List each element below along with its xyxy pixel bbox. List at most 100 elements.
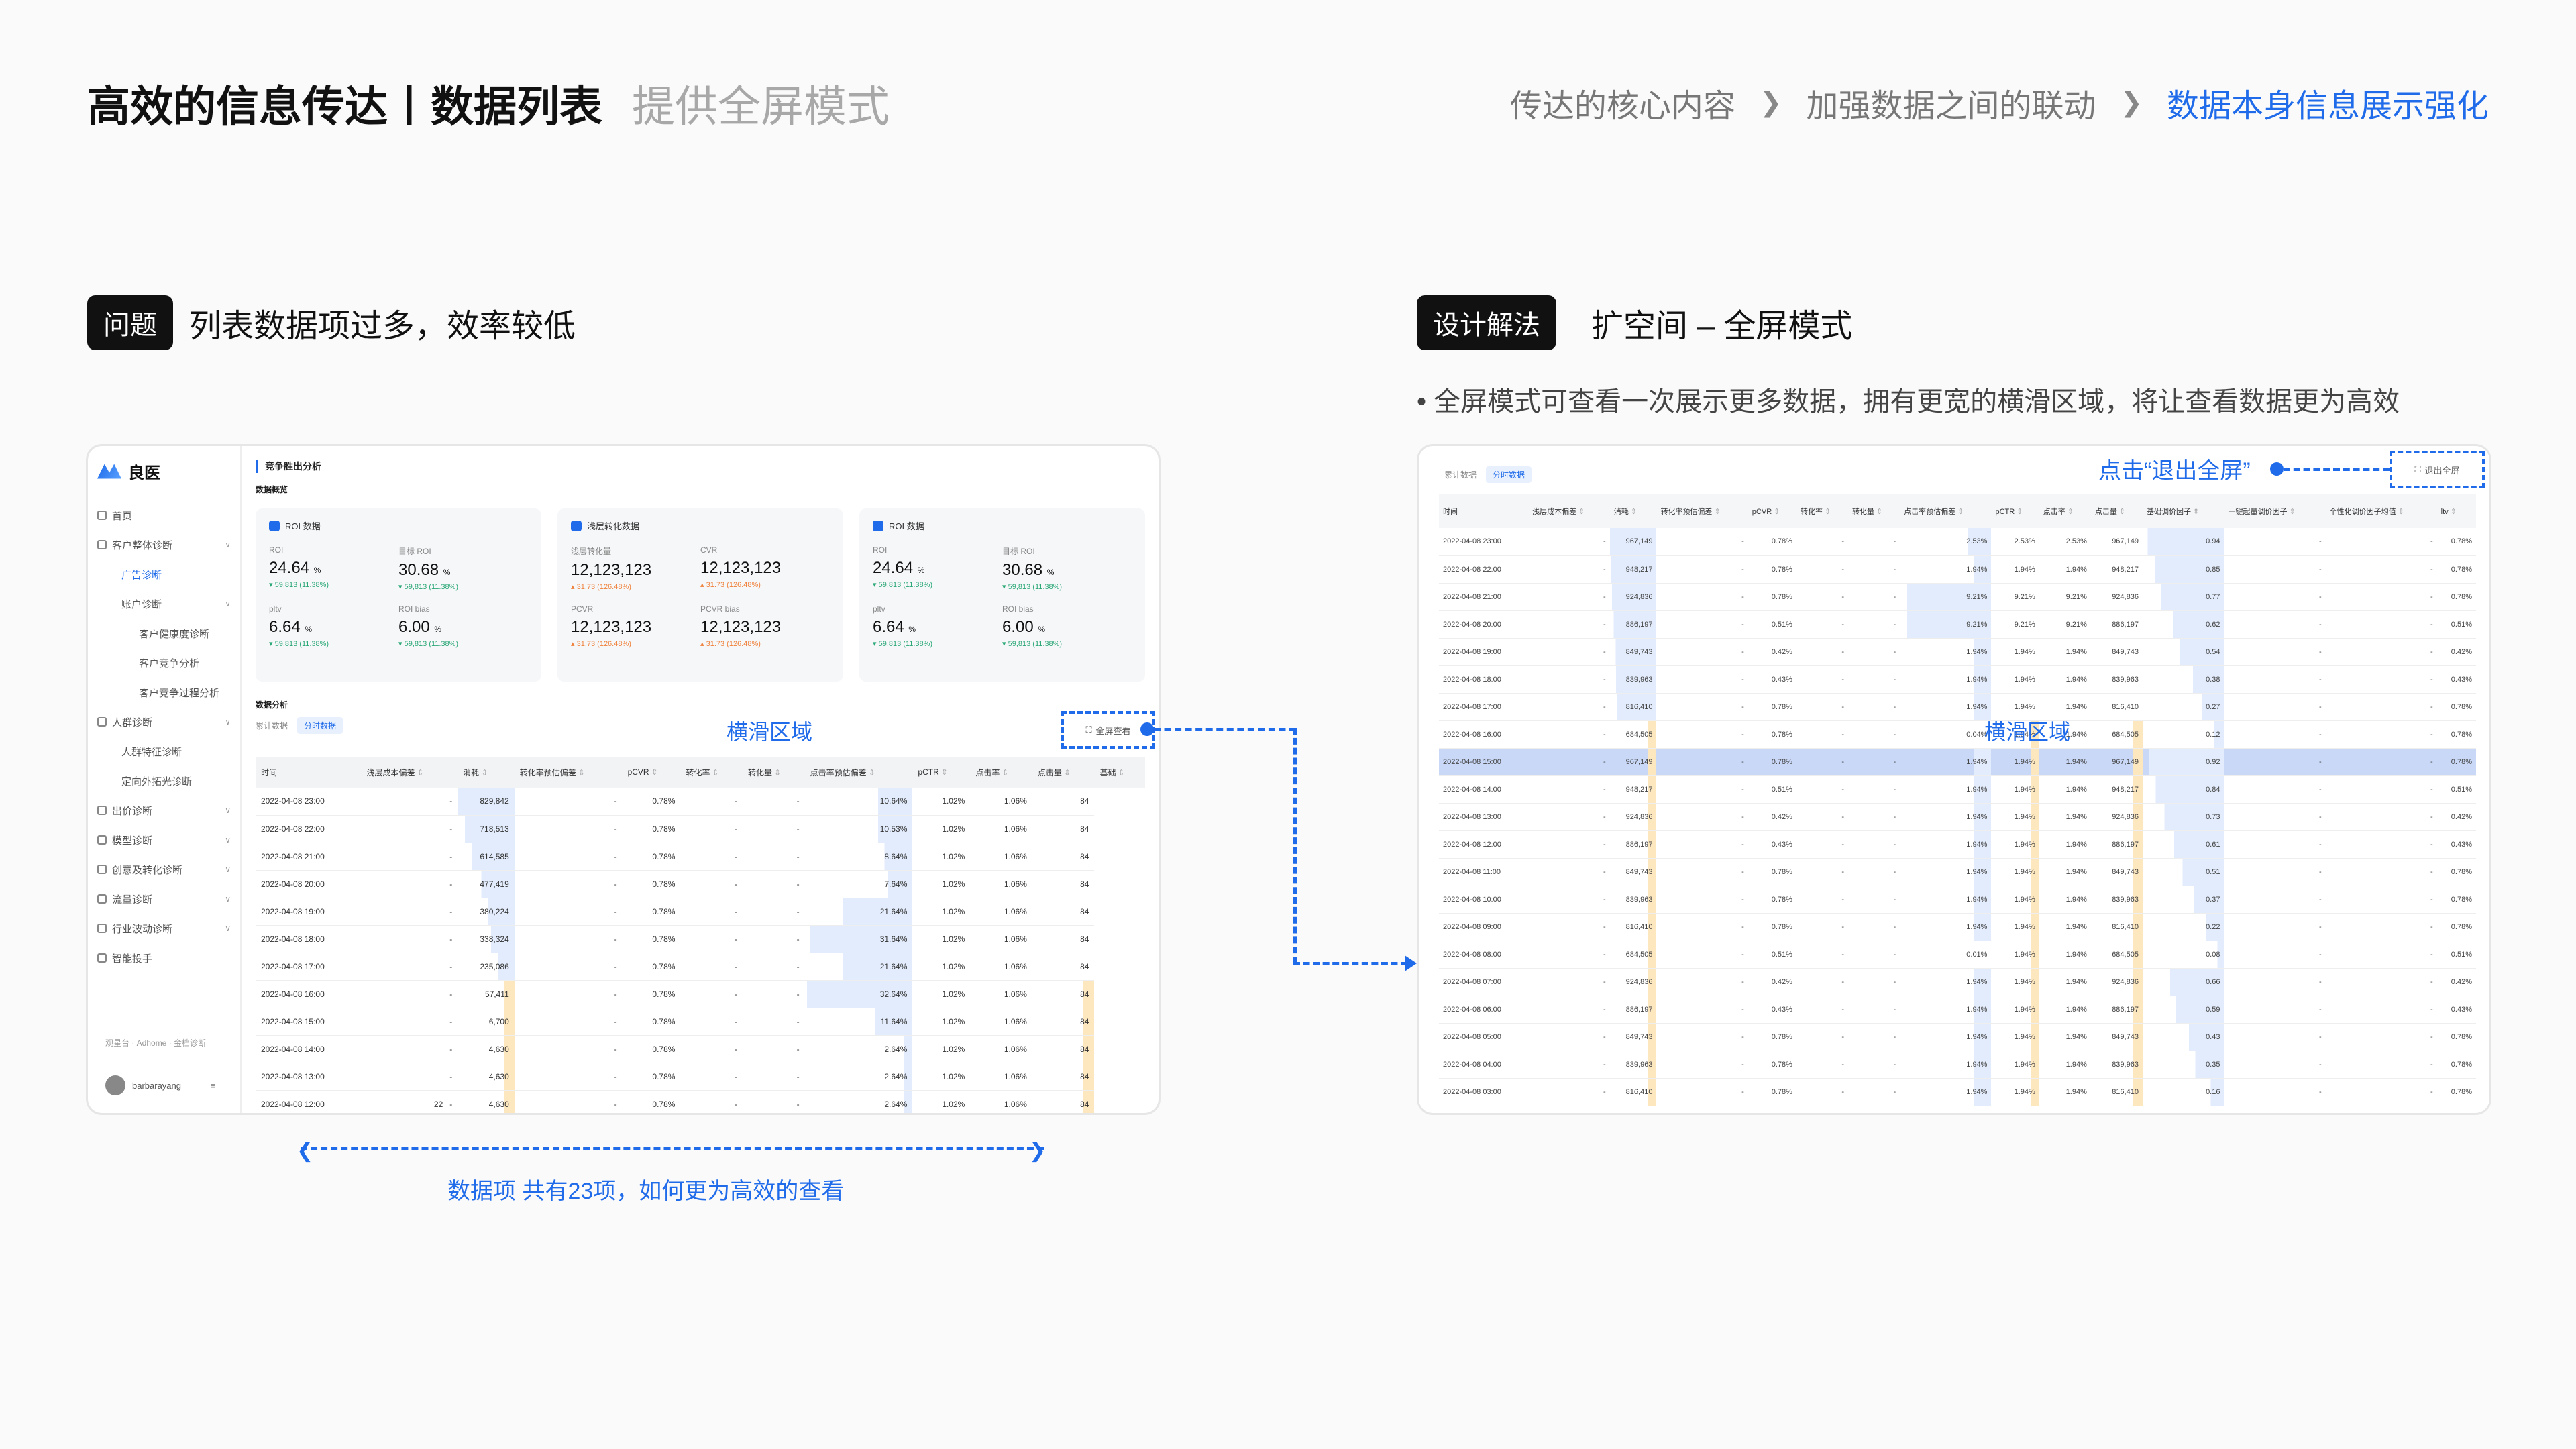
breadcrumb-item-linkage[interactable]: 加强数据之间的联动 [1806,79,2096,126]
tab-hourly[interactable]: 分时数据 [1486,466,1532,483]
sidebar-item[interactable]: 首页 [97,500,231,530]
column-header[interactable]: 点击量 ⇕ [2090,494,2143,528]
sidebar-footer-links[interactable]: 观星台 · Adhome · 金档诊断 [105,1037,206,1049]
column-header[interactable]: 基础调价因子 ⇕ [2142,494,2224,528]
column-header[interactable]: 一键起量调价因子 ⇕ [2224,494,2326,528]
sort-icon[interactable]: ⇕ [712,768,718,777]
column-header[interactable]: pCVR ⇕ [622,757,681,788]
table-row[interactable]: 2022-04-08 12:00 22-4,630-0.78% - -2.64% 1.0… [256,1090,1145,1113]
sort-icon[interactable]: ⇕ [2451,508,2457,516]
table-row[interactable]: 2022-04-08 03:00-816,410-0.78% - -1.94% 1.9… [1439,1078,2476,1106]
sort-icon[interactable]: ⇕ [869,768,875,777]
table-row[interactable]: 2022-04-08 16:00-57,411-0.78% - -32.64% 1.0… [256,980,1145,1008]
column-header[interactable]: 转化率预估偏差 ⇕ [1656,494,1748,528]
sidebar-item[interactable]: 定向外拓光诊断 [97,766,231,796]
column-header[interactable]: 消耗 ⇕ [458,757,515,788]
column-header[interactable]: 点击率预估偏差 ⇕ [1900,494,1992,528]
table-row[interactable]: 2022-04-08 23:00-967,149-0.78% - -2.53% 2.5… [1439,528,2476,556]
exit-fullscreen-button[interactable]: ⛶ 退出全屏 [2390,451,2485,488]
table-row[interactable]: 2022-04-08 14:00-4,630-0.78% - -2.64% 1.02%… [256,1035,1145,1063]
table-row[interactable]: 2022-04-08 04:00-839,963-0.78% - -1.94% 1.9… [1439,1051,2476,1079]
table-row[interactable]: 2022-04-08 19:00-849,743-0.42% - -1.94% 1.9… [1439,638,2476,666]
table-row[interactable]: 2022-04-08 22:00-948,217-0.78% - -1.94% 1.9… [1439,555,2476,584]
breadcrumb-item-core[interactable]: 传达的核心内容 [1510,79,1735,126]
column-header[interactable]: pCVR ⇕ [1748,494,1796,528]
column-header[interactable]: 点击率预估偏差 ⇕ [804,757,913,788]
sidebar-item[interactable]: 人群诊断 ∨ [97,707,231,737]
column-header[interactable]: 消耗 ⇕ [1609,494,1657,528]
sidebar-item[interactable]: 模型诊断 ∨ [97,825,231,855]
table-row[interactable]: 2022-04-08 20:00-886,197-0.51% - -9.21% 9.2… [1439,610,2476,639]
column-header[interactable]: 个性化调价因子均值 ⇕ [2325,494,2437,528]
column-header[interactable]: 转化率 ⇕ [1796,494,1849,528]
column-header[interactable]: 点击量 ⇕ [1032,757,1095,788]
table-row[interactable]: 2022-04-08 23:00-829,842-0.78% - -10.64% 1.… [256,788,1145,816]
column-header[interactable]: 转化率 ⇕ [680,757,743,788]
sort-icon[interactable]: ⇕ [2289,508,2295,516]
column-header[interactable]: 转化率预估偏差 ⇕ [514,757,623,788]
table-row[interactable]: 2022-04-08 06:00-886,197-0.43% - -1.94% 1.9… [1439,996,2476,1024]
column-header[interactable]: 浅层成本偏差 ⇕ [361,757,458,788]
table-row[interactable]: 2022-04-08 18:00-839,963-0.43% - -1.94% 1.9… [1439,665,2476,694]
sidebar-item[interactable]: 客户竞争分析 [97,648,231,678]
sort-icon[interactable]: ⇕ [774,768,781,777]
table-row[interactable]: 2022-04-08 16:00-684,505-0.78% - -0.04% 1.9… [1439,720,2476,749]
table-row[interactable]: 2022-04-08 21:00-614,585-0.78% - -8.64% 1.0… [256,843,1145,871]
table-row[interactable]: 2022-04-08 21:00-924,836-0.78% - -9.21% 9.2… [1439,583,2476,611]
sidebar-item[interactable]: 行业波动诊断 ∨ [97,914,231,943]
column-header[interactable]: 转化量 ⇕ [1848,494,1900,528]
table-row[interactable]: 2022-04-08 22:00-718,513-0.78% - -10.53% 1.… [256,815,1145,843]
sort-icon[interactable]: ⇕ [2193,508,2199,516]
tab-cumulative[interactable]: 累计数据 [256,720,288,731]
sort-icon[interactable]: ⇕ [1064,768,1071,777]
table-row[interactable]: 2022-04-08 11:00-849,743-0.78% - -1.94% 1.9… [1439,858,2476,886]
tab-cumulative[interactable]: 累计数据 [1444,469,1477,480]
sort-icon[interactable]: ⇕ [1002,768,1008,777]
column-header[interactable]: 点击率 ⇕ [2039,494,2091,528]
sidebar-item[interactable]: 客户健康度诊断 [97,619,231,648]
table-row[interactable]: 2022-04-08 14:00-948,217-0.51% - -1.94% 1.9… [1439,775,2476,804]
table-row[interactable]: 2022-04-08 07:00-924,836-0.42% - -1.94% 1.9… [1439,968,2476,996]
sort-icon[interactable]: ⇕ [1118,768,1124,777]
sidebar-item[interactable]: 智能投手 [97,943,231,973]
table-row[interactable]: 2022-04-08 17:00-235,086-0.78% - -21.64% 1.… [256,953,1145,981]
column-header[interactable]: 点击率 ⇕ [970,757,1032,788]
sort-icon[interactable]: ⇕ [2068,508,2074,516]
sort-icon[interactable]: ⇕ [2119,508,2125,516]
table-row[interactable]: 2022-04-08 17:00-816,410-0.78% - -1.94% 1.9… [1439,693,2476,721]
sort-icon[interactable]: ⇕ [1957,508,1964,516]
sort-icon[interactable]: ⇕ [481,768,488,777]
sidebar-item[interactable]: 出价诊断 ∨ [97,796,231,825]
sort-icon[interactable]: ⇕ [1631,508,1637,516]
table-row[interactable]: 2022-04-08 19:00-380,224-0.78% - -21.64% 1.… [256,898,1145,926]
sidebar-item[interactable]: 流量诊断 ∨ [97,884,231,914]
column-header[interactable]: 浅层成本偏差 ⇕ [1528,494,1610,528]
column-header[interactable]: pCTR ⇕ [1991,494,2039,528]
sort-icon[interactable]: ⇕ [578,768,585,777]
column-header[interactable]: 转化量 ⇕ [743,757,805,788]
table-row[interactable]: 2022-04-08 08:00-684,505-0.51% - -0.01% 1.9… [1439,941,2476,969]
table-row[interactable]: 2022-04-08 15:00-6,700-0.78% - -11.64% 1.02… [256,1008,1145,1036]
column-header[interactable]: ltv ⇕ [2436,494,2476,528]
sort-icon[interactable]: ⇕ [2398,508,2404,516]
tab-hourly[interactable]: 分时数据 [297,717,343,734]
sidebar-item[interactable]: 人群特征诊断 [97,737,231,766]
sort-icon[interactable]: ⇕ [651,767,658,777]
column-header[interactable]: 基础 ⇕ [1094,757,1145,788]
sidebar-item[interactable]: 广告诊断 [97,559,231,589]
table-row[interactable]: 2022-04-08 20:00-477,419-0.78% - -7.64% 1.0… [256,870,1145,898]
table-row[interactable]: 2022-04-08 09:00-816,410-0.78% - -1.94% 1.9… [1439,913,2476,941]
table-row[interactable]: 2022-04-08 18:00-338,324-0.78% - -31.64% 1.… [256,925,1145,953]
sort-icon[interactable]: ⇕ [1825,508,1831,516]
sort-icon[interactable]: ⇕ [1774,508,1780,516]
table-row[interactable]: 2022-04-08 05:00-849,743-0.78% - -1.94% 1.9… [1439,1023,2476,1051]
table-row[interactable]: 2022-04-08 10:00-839,963-0.78% - -1.94% 1.9… [1439,885,2476,914]
sidebar-item[interactable]: 创意及转化诊断 ∨ [97,855,231,884]
sort-icon[interactable]: ⇕ [941,767,948,777]
column-header[interactable]: pCTR ⇕ [912,757,971,788]
column-header[interactable]: 时间 [1439,494,1529,528]
sort-icon[interactable]: ⇕ [1578,508,1585,516]
breadcrumb-item-current[interactable]: 数据本身信息展示强化 [2167,79,2489,126]
sort-icon[interactable]: ⇕ [1714,508,1720,516]
table-row[interactable]: 2022-04-08 15:00-967,149-0.78% - -1.94% 1.9… [1439,748,2476,776]
